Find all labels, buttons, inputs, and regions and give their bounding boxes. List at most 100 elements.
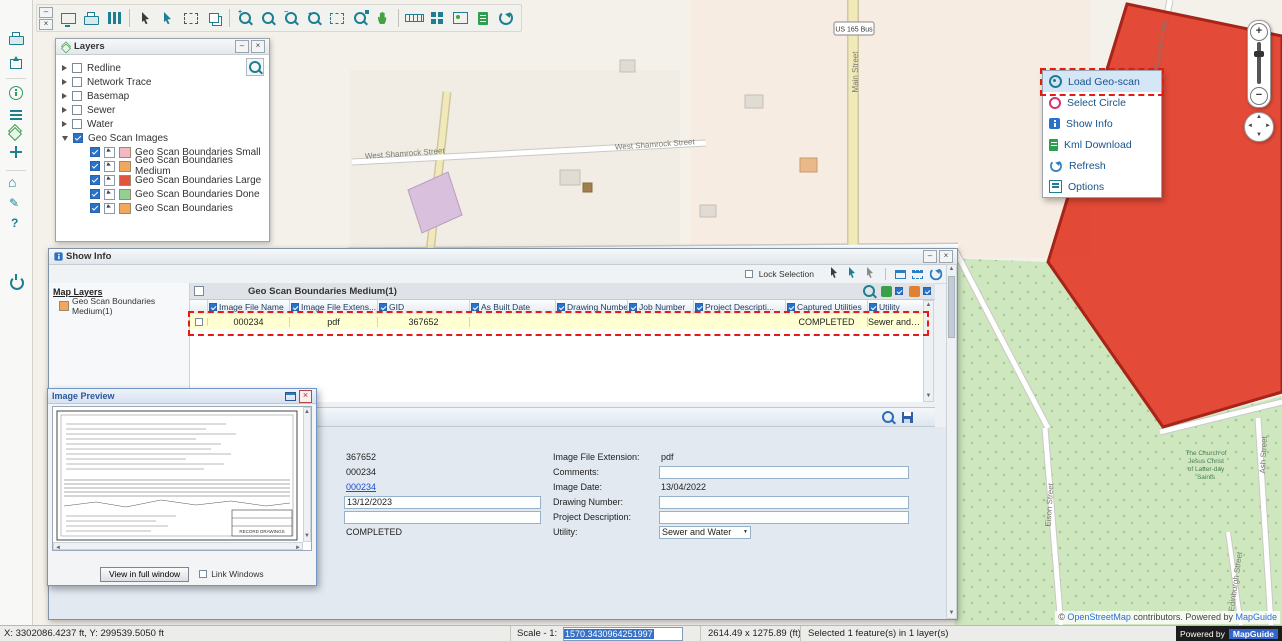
layer-row-basemap[interactable]: Basemap [62,89,269,103]
field-as-built-date-input[interactable]: 13/12/2023 [344,496,541,509]
share-export-icon[interactable] [10,54,22,69]
show-info-minimize-button[interactable]: – [923,250,937,263]
save-icon[interactable] [902,412,913,423]
drawing-number-input[interactable] [659,496,909,509]
zoom-rectangle-icon[interactable] [257,7,279,29]
export-kml-icon[interactable] [472,7,494,29]
layer-checkbox[interactable] [72,119,82,129]
layer-checkbox[interactable] [90,203,100,213]
export-grid-icon[interactable] [881,286,892,297]
report-grid-icon[interactable] [909,286,920,297]
print-icon[interactable] [9,32,24,45]
pan-pad[interactable]: ▲ ▼ ◄ ► [1244,112,1274,142]
zoom-previous-icon[interactable]: ◄ [303,7,325,29]
select-freehand-icon[interactable] [157,7,179,29]
layers-search-button[interactable] [246,58,264,76]
layer-row-geo-scan-images[interactable]: Geo Scan Images [62,131,269,145]
layer-checkbox[interactable] [72,91,82,101]
expander-icon[interactable] [62,65,67,71]
select-tool-icon[interactable] [828,267,840,282]
overview-map-icon[interactable] [449,7,471,29]
layer-row-sewer[interactable]: Sewer [62,103,269,117]
preview-vscrollbar[interactable]: ▲ ▼ [303,407,311,542]
zoom-extent-icon[interactable] [349,7,371,29]
map-layers-item[interactable]: Geo Scan Boundaries Medium(1) [49,299,189,312]
layer-row-gsb-large[interactable]: Geo Scan Boundaries Large [62,173,269,187]
zoom-out-button[interactable]: − [1250,87,1268,105]
legend-list-icon[interactable] [10,110,22,120]
print-map-icon[interactable] [80,7,102,29]
layer-row-gsb[interactable]: Geo Scan Boundaries [62,201,269,215]
draw-edit-icon[interactable]: ✎ [9,196,19,210]
layer-checkbox[interactable] [90,161,100,171]
zoom-out-icon[interactable]: − [280,7,302,29]
layer-checkbox[interactable] [72,105,82,115]
refresh-results-icon[interactable] [930,268,943,281]
column-header[interactable]: GID [378,300,470,314]
select-all-checkbox[interactable] [194,286,204,296]
project-description-input[interactable] [659,511,909,524]
menu-item-select-circle[interactable]: Select Circle [1043,92,1161,113]
grid-option-checkbox[interactable] [895,287,903,295]
field-image-file-link[interactable]: 000234 [344,481,543,494]
menu-item-show-info[interactable]: Show Info [1043,113,1161,134]
home-icon[interactable]: ⌂ [8,174,16,190]
layer-row-redline[interactable]: Redline [62,61,269,75]
expander-icon[interactable] [62,121,67,127]
column-header[interactable]: As Built Date [470,300,556,314]
expander-icon[interactable] [62,93,67,99]
menu-item-load-geo-scan[interactable]: Load Geo-scan [1043,71,1161,92]
layer-row-water[interactable]: Water [62,117,269,131]
open-new-window-icon[interactable] [912,270,923,279]
scale-input[interactable]: 1570.3430964251997 [563,627,683,641]
zoom-slider-track[interactable] [1257,42,1261,84]
comments-input[interactable] [659,466,909,479]
layer-row-gsb-done[interactable]: Geo Scan Boundaries Done [62,187,269,201]
refresh-map-icon[interactable] [495,7,517,29]
screen-capture-icon[interactable] [57,7,79,29]
select-rectangle-icon[interactable] [180,7,202,29]
column-header[interactable]: Job Number [628,300,694,314]
minimize-button[interactable]: – [39,7,53,18]
layer-row-network-trace[interactable]: Network Trace [62,75,269,89]
column-header[interactable]: Utility [868,300,922,314]
link-windows-checkbox[interactable] [199,570,207,578]
expander-icon[interactable] [62,107,67,113]
layers-close-button[interactable]: × [251,40,265,53]
zoom-slider-handle[interactable] [1254,51,1264,57]
select-clear-icon[interactable] [864,267,876,282]
layer-checkbox[interactable] [90,175,100,185]
view-full-window-button[interactable]: View in full window [100,567,189,582]
menu-item-refresh[interactable]: Refresh [1043,155,1161,176]
power-icon[interactable] [10,276,24,290]
scroll-up-icon[interactable]: ▲ [924,301,933,310]
zoom-in-button[interactable]: + [1250,23,1268,41]
preview-close-button[interactable]: × [299,390,312,403]
menu-item-options[interactable]: Options [1043,176,1161,197]
menu-item-kml-download[interactable]: Kml Download [1043,134,1161,155]
close-button[interactable]: × [39,19,53,30]
zoom-to-feature-icon[interactable] [863,285,875,297]
expand-window-icon[interactable] [285,392,296,401]
zoom-in-icon[interactable]: + [234,7,256,29]
image-preview-content[interactable]: RECORD DRAWINGS ▲ ▼ ◄ ► [52,406,312,551]
expander-icon[interactable] [62,79,67,85]
grid-option-checkbox-2[interactable] [923,287,931,295]
layer-checkbox[interactable] [73,133,83,143]
pan-hand-icon[interactable] [372,7,394,29]
buffer-copy-icon[interactable] [203,7,225,29]
column-header[interactable]: Project Descripti... [694,300,786,314]
info-icon[interactable] [9,86,23,100]
scrollbar-thumb[interactable] [948,276,955,338]
scroll-down-icon[interactable]: ▼ [947,609,956,618]
lock-selection-checkbox[interactable] [745,270,753,278]
osm-link[interactable]: OpenStreetMap [1067,612,1131,622]
layer-checkbox[interactable] [72,77,82,87]
details-zoom-icon[interactable] [882,411,894,423]
layer-checkbox[interactable] [72,63,82,73]
field-extra-input[interactable] [344,511,541,524]
add-layer-icon[interactable] [10,146,22,158]
show-info-close-button[interactable]: × [939,250,953,263]
mapguide-link[interactable]: MapGuide [1235,612,1277,622]
utility-select[interactable]: Sewer and Water ▼ [659,526,751,539]
